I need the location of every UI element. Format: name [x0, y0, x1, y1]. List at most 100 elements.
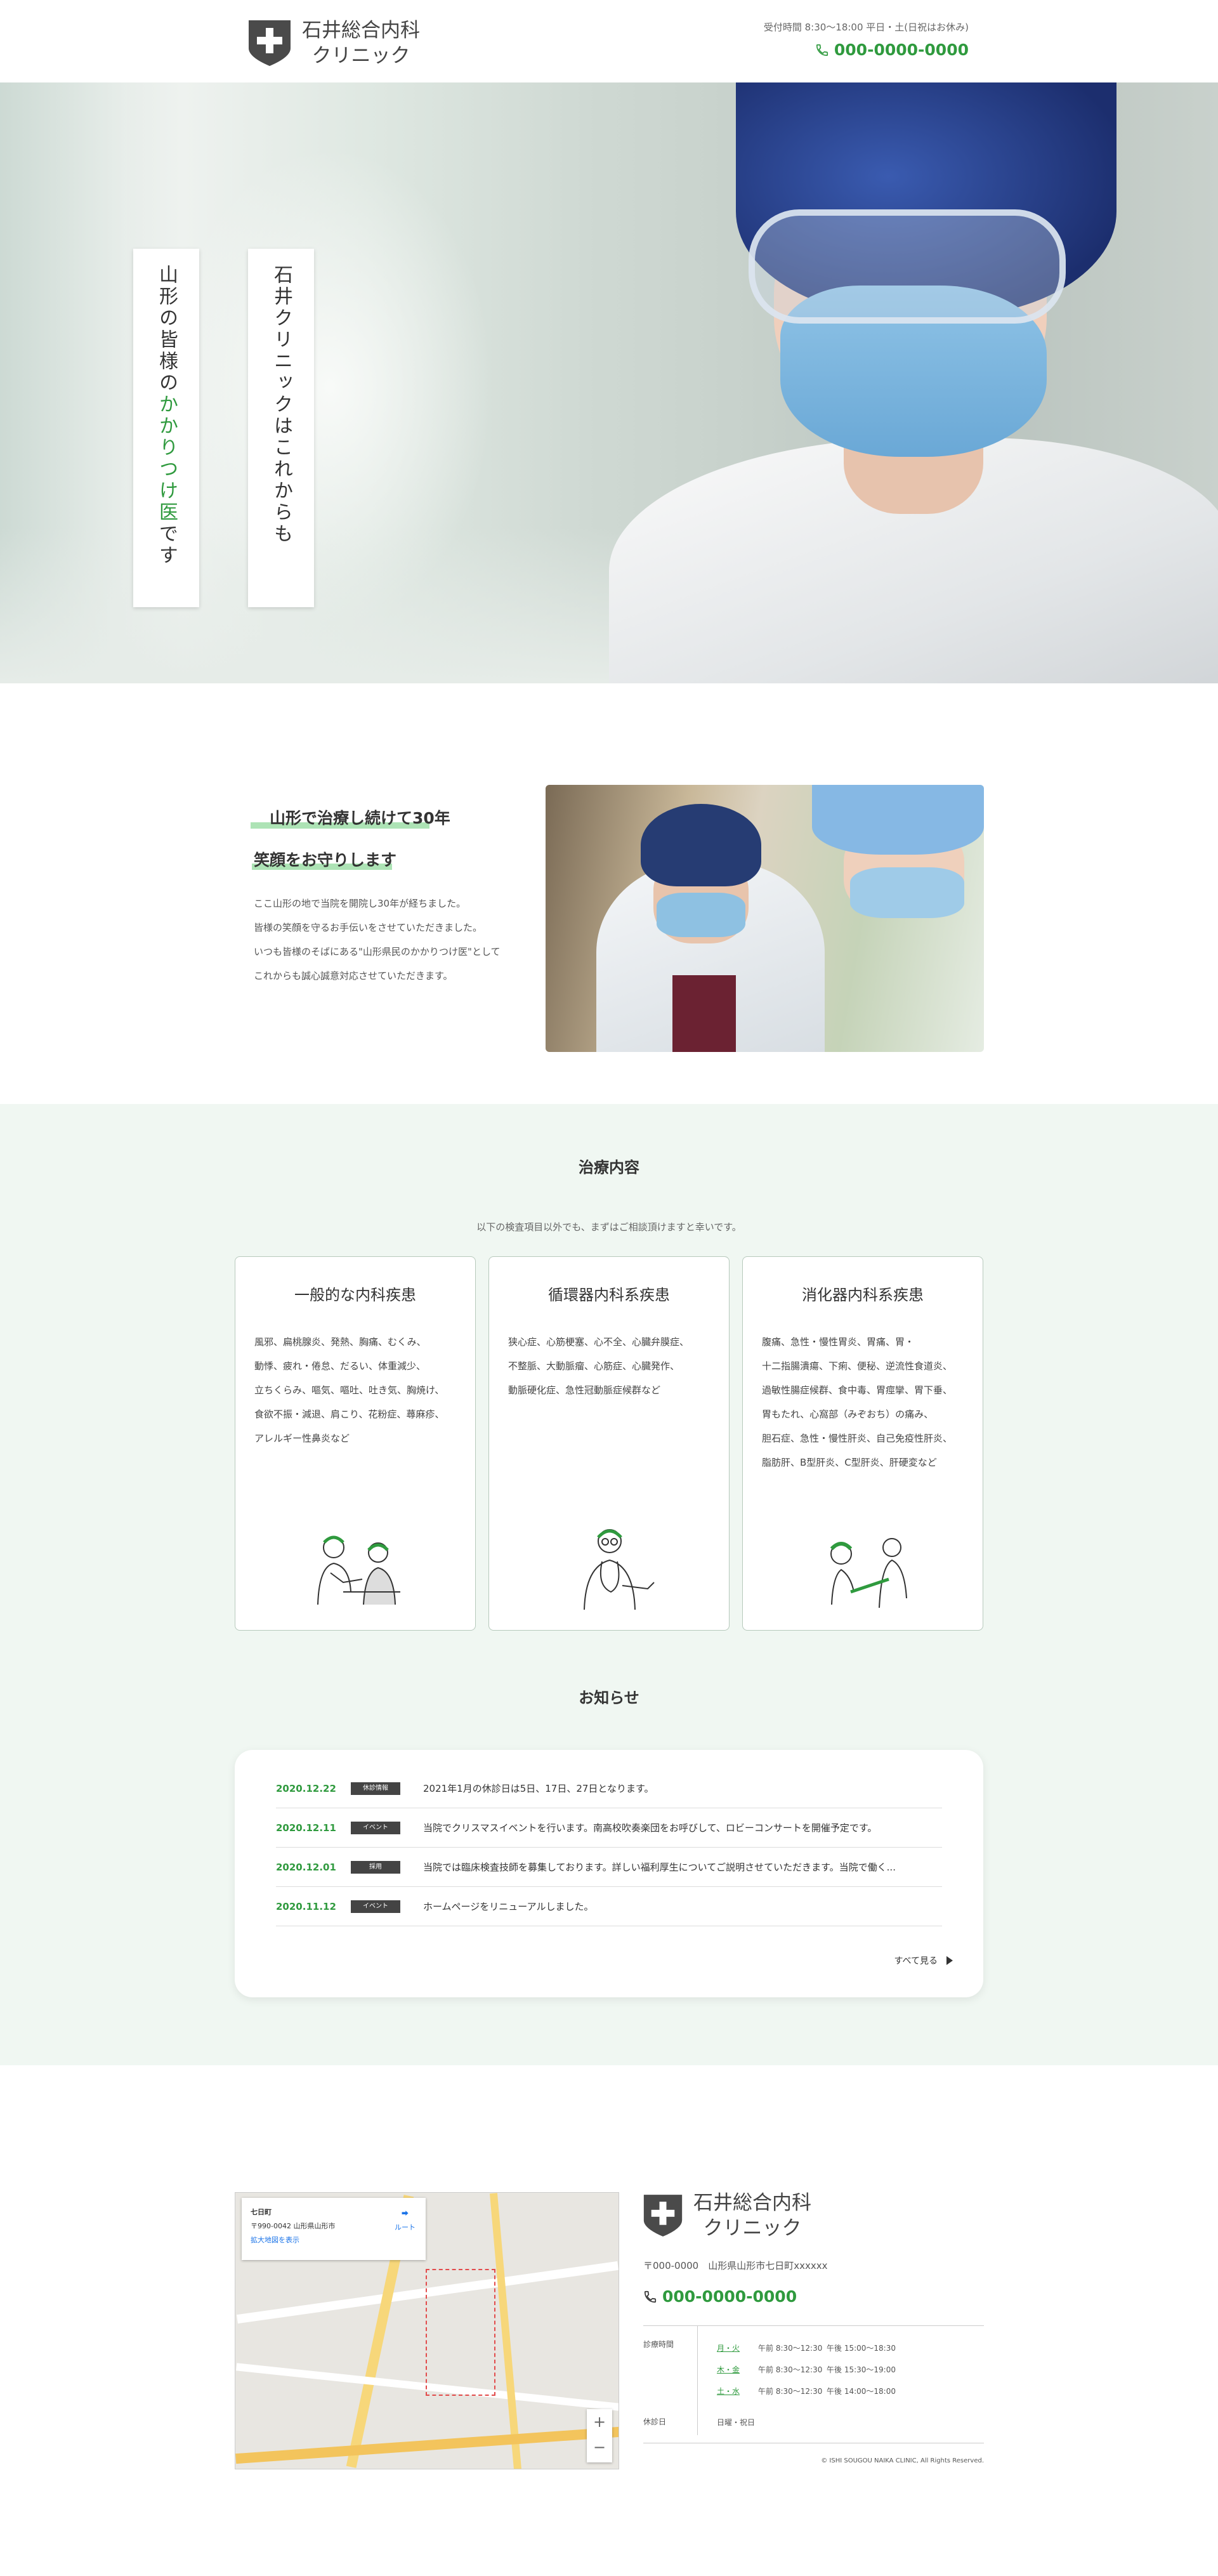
news-row[interactable]: 2020.12.01 採用 当院では臨床検査技師を募集しております。詳しい福利厚…: [276, 1848, 942, 1887]
site-header: 石井総合内科 クリニック 受付時間 8:30～18:00 平日・土(日祝はお休み…: [0, 0, 1218, 82]
news-title: お知らせ: [0, 1685, 1218, 1710]
reception-hours: 受付時間 8:30～18:00 平日・土(日祝はお休み): [763, 22, 969, 33]
doctor-stethoscope-illustration: [584, 1529, 655, 1610]
news-row[interactable]: 2020.12.11 イベント 当院でクリスマスイベントを行います。南高校吹奏楽…: [276, 1808, 942, 1848]
services-title: 治療内容: [0, 1155, 1218, 1180]
news-text: ホームページをリニューアルしました。: [423, 1901, 594, 1912]
hours-day: 土・水: [717, 2387, 740, 2396]
map-route-label: ルート: [395, 2223, 416, 2231]
news-panel: 2020.12.22 休診情報 2021年1月の休診日は5日、17日、27日とな…: [235, 1750, 983, 1997]
intro-body-line: 皆様の笑顔を守るお手伝いをさせていただきました。: [254, 922, 483, 933]
map-enlarge-link[interactable]: 拡大地図を表示: [251, 2233, 417, 2247]
clinic-name: 石井総合内科 クリニック: [302, 18, 420, 69]
footer-clinic-name: 石井総合内科 クリニック: [693, 2190, 811, 2241]
map-place-name: 七日町: [251, 2208, 272, 2216]
service-item: 脂肪肝、B型肝炎、C型肝炎、肝硬変など: [762, 1457, 937, 1468]
footer-clinic-name-line2: クリニック: [703, 2217, 802, 2240]
footer-phone[interactable]: 000-0000-0000: [643, 2287, 797, 2306]
service-item: 胆石症、急性・慢性肝炎、自己免疫性肝炎、: [762, 1433, 953, 1444]
clinic-hours-table: 診療時間 月・火 午前 8:30～12:30 午後 15:00～18:30 木・金午…: [643, 2325, 984, 2435]
hero-text-left-accent: かかりつけ医: [155, 394, 178, 523]
service-card-list: 風邪、扁桃腺炎、発熱、胸痛、むくみ、 動悸、疲れ・倦怠、だるい、体重減少、 立ち…: [254, 1330, 475, 1450]
news-tag: 休診情報: [351, 1782, 400, 1795]
service-card-general[interactable]: 一般的な内科疾患 風邪、扁桃腺炎、発熱、胸痛、むくみ、 動悸、疲れ・倦怠、だるい…: [235, 1256, 476, 1631]
news-date: 2020.11.12: [276, 1900, 336, 1912]
hours-am: 午前 8:30～12:30: [758, 2365, 823, 2374]
news-tag: 採用: [351, 1860, 400, 1874]
service-item: 風邪、扁桃腺炎、発熱、胸痛、むくみ、: [254, 1336, 426, 1348]
hours-pm: 午後 15:00～18:30: [827, 2344, 896, 2353]
map-zoom-in-button[interactable]: +: [587, 2409, 612, 2435]
clinic-name-line2: クリニック: [311, 44, 410, 67]
service-item: 狭心症、心筋梗塞、心不全、心臓弁膜症、: [508, 1336, 690, 1348]
hours-label: 診療時間: [643, 2340, 674, 2349]
service-item: 動脈硬化症、急性冠動脈症候群など: [508, 1384, 661, 1396]
map-address: 〒990-0042 山形県山形市: [251, 2222, 336, 2230]
footer-address: 〒000-0000 山形県山形市七日町xxxxxx: [643, 2260, 828, 2271]
route-icon: ⮕: [402, 2209, 409, 2218]
service-card-title: 一般的な内科疾患: [294, 1286, 416, 1304]
news-date: 2020.12.22: [276, 1782, 336, 1794]
service-item: 立ちくらみ、嘔気、嘔吐、吐き気、胸焼け、: [254, 1384, 445, 1396]
header-phone-number: 000-0000-0000: [834, 41, 969, 59]
google-map[interactable]: 七日町 〒990-0042 山形県山形市 拡大地図を表示 ⮕ ルート + −: [235, 2192, 619, 2469]
intro-body-line: いつも皆様のそばにある"山形県民のかかりつけ医"として: [254, 946, 501, 957]
service-item: 食欲不振・減退、肩こり、花粉症、蕁麻疹、: [254, 1409, 445, 1420]
service-card-title: 消化器内科系疾患: [802, 1286, 924, 1304]
news-text: 当院では臨床検査技師を募集しております。詳しい福利厚生についてご説明させていただ…: [423, 1862, 896, 1873]
service-item: 過敏性腸症候群、食中毒、胃痙攣、胃下垂、: [762, 1384, 953, 1396]
map-zoom-out-button[interactable]: −: [587, 2435, 612, 2460]
map-zoom-control: + −: [587, 2409, 612, 2462]
phone-icon: [644, 2290, 657, 2303]
footer-logo[interactable]: 石井総合内科 クリニック: [643, 2190, 811, 2241]
hero-banner: 山形の皆様のかかりつけ医です 石井クリニックはこれからも: [0, 82, 1218, 683]
service-item: 不整脈、大動脈瘤、心筋症、心臓発作、: [508, 1360, 680, 1372]
service-card-list: 腹痛、急性・慢性胃炎、胃痛、胃・ 十二指腸潰瘍、下痢、便秘、逆流性食道炎、 過敏…: [762, 1330, 983, 1475]
news-tag: イベント: [351, 1900, 400, 1913]
holiday-label: 休診日: [643, 2417, 667, 2426]
intro-doctors-photo: [546, 785, 984, 1052]
holiday-value: 日曜・祝日: [697, 2410, 755, 2435]
intro-title-line2: 笑顔をお守りします: [254, 851, 397, 869]
intro-title-line1: 山形で治療し続けて30年: [270, 809, 450, 827]
clinic-logo[interactable]: 石井総合内科 クリニック: [247, 18, 420, 69]
news-row[interactable]: 2020.11.12 イベント ホームページをリニューアルしました。: [276, 1887, 942, 1926]
intro-body: ここ山形の地で当院を開院し30年が経ちました。 皆様の笑顔を守るお手伝いをさせて…: [254, 891, 501, 988]
map-district-outline: [426, 2269, 495, 2396]
services-subtitle: 以下の検査項目以外でも、まずはご相談頂けますと幸いです。: [476, 1221, 742, 1233]
hero-vertical-text-right: 石井クリニックはこれからも: [248, 249, 314, 607]
hours-am: 午前 8:30～12:30: [758, 2387, 823, 2396]
hero-bg-floor: [0, 527, 634, 683]
news-row[interactable]: 2020.12.22 休診情報 2021年1月の休診日は5日、17日、27日とな…: [276, 1769, 942, 1808]
header-phone[interactable]: 000-0000-0000: [815, 41, 969, 59]
footer-clinic-name-line1: 石井総合内科: [693, 2192, 811, 2214]
service-item: 十二指腸潰瘍、下痢、便秘、逆流性食道炎、: [762, 1360, 953, 1372]
service-item: 腹痛、急性・慢性胃炎、胃痛、胃・: [762, 1336, 915, 1348]
map-route-link[interactable]: ⮕ ルート: [395, 2207, 416, 2235]
intro-body-line: これからも誠心誠意対応させていただきます。: [254, 970, 453, 982]
service-card-cardio[interactable]: 循環器内科系疾患 狭心症、心筋梗塞、心不全、心臓弁膜症、 不整脈、大動脈瘤、心筋…: [488, 1256, 730, 1631]
hero-vertical-text-left: 山形の皆様のかかりつけ医です: [133, 249, 199, 607]
see-all-label: すべて見る: [894, 1956, 938, 1966]
intro-body-line: ここ山形の地で当院を開院し30年が経ちました。: [254, 898, 466, 909]
see-all-news-link[interactable]: すべて見る: [894, 1954, 953, 1967]
hero-text-left-pre: 山形の皆様の: [155, 265, 178, 394]
doctor-patient-illustration: [317, 1535, 400, 1605]
service-item: 胃もたれ、心窩部（みぞおち）の痛み、: [762, 1409, 934, 1420]
hours-pm: 午後 15:30～19:00: [827, 2365, 896, 2374]
hero-text-left-post: です: [155, 523, 178, 567]
hours-list: 月・火 午前 8:30～12:30 午後 15:00～18:30 木・金 午前 8:3…: [697, 2326, 896, 2410]
service-card-list: 狭心症、心筋梗塞、心不全、心臓弁膜症、 不整脈、大動脈瘤、心筋症、心臓発作、 動…: [508, 1330, 729, 1402]
shield-cross-icon: [643, 2195, 683, 2237]
news-date: 2020.12.11: [276, 1822, 336, 1834]
hours-row: 診療時間 月・火 午前 8:30～12:30 午後 15:00～18:30 木・金午…: [643, 2326, 984, 2410]
news-text: 2021年1月の休診日は5日、17日、27日となります。: [423, 1783, 654, 1794]
service-item: 動悸、疲れ・倦怠、だるい、体重減少、: [254, 1360, 426, 1372]
news-date: 2020.12.01: [276, 1861, 336, 1873]
service-card-title: 循環器内科系疾患: [548, 1286, 670, 1304]
service-card-digestive[interactable]: 消化器内科系疾患 腹痛、急性・慢性胃炎、胃痛、胃・ 十二指腸潰瘍、下痢、便秘、逆…: [742, 1256, 983, 1631]
news-text: 当院でクリスマスイベントを行います。南高校吹奏楽団をお呼びして、ロビーコンサート…: [423, 1822, 877, 1834]
map-info-card: 七日町 〒990-0042 山形県山形市 拡大地図を表示 ⮕ ルート: [242, 2198, 426, 2260]
copyright: © ISHI SOUGOU NAIKA CLINIC, All Rights R…: [643, 2443, 984, 2464]
map-road: [235, 2426, 619, 2464]
